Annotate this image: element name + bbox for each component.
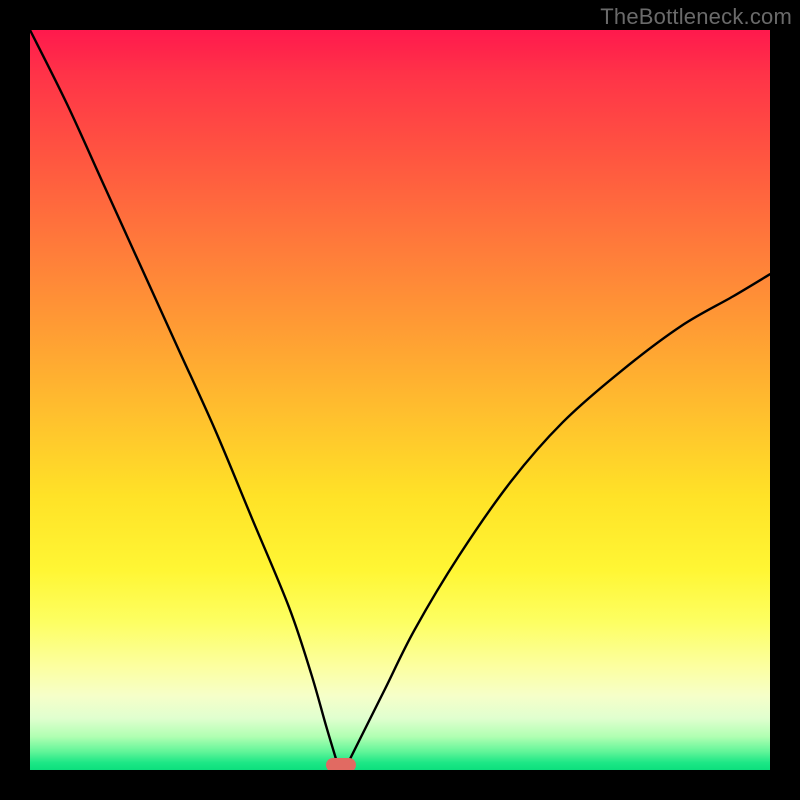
curve-right-branch xyxy=(348,274,770,762)
minimum-marker xyxy=(326,758,356,770)
plot-area xyxy=(30,30,770,770)
bottleneck-curve xyxy=(30,30,770,770)
chart-frame: TheBottleneck.com xyxy=(0,0,800,800)
curve-left-branch xyxy=(30,30,337,763)
attribution-text: TheBottleneck.com xyxy=(600,4,792,30)
